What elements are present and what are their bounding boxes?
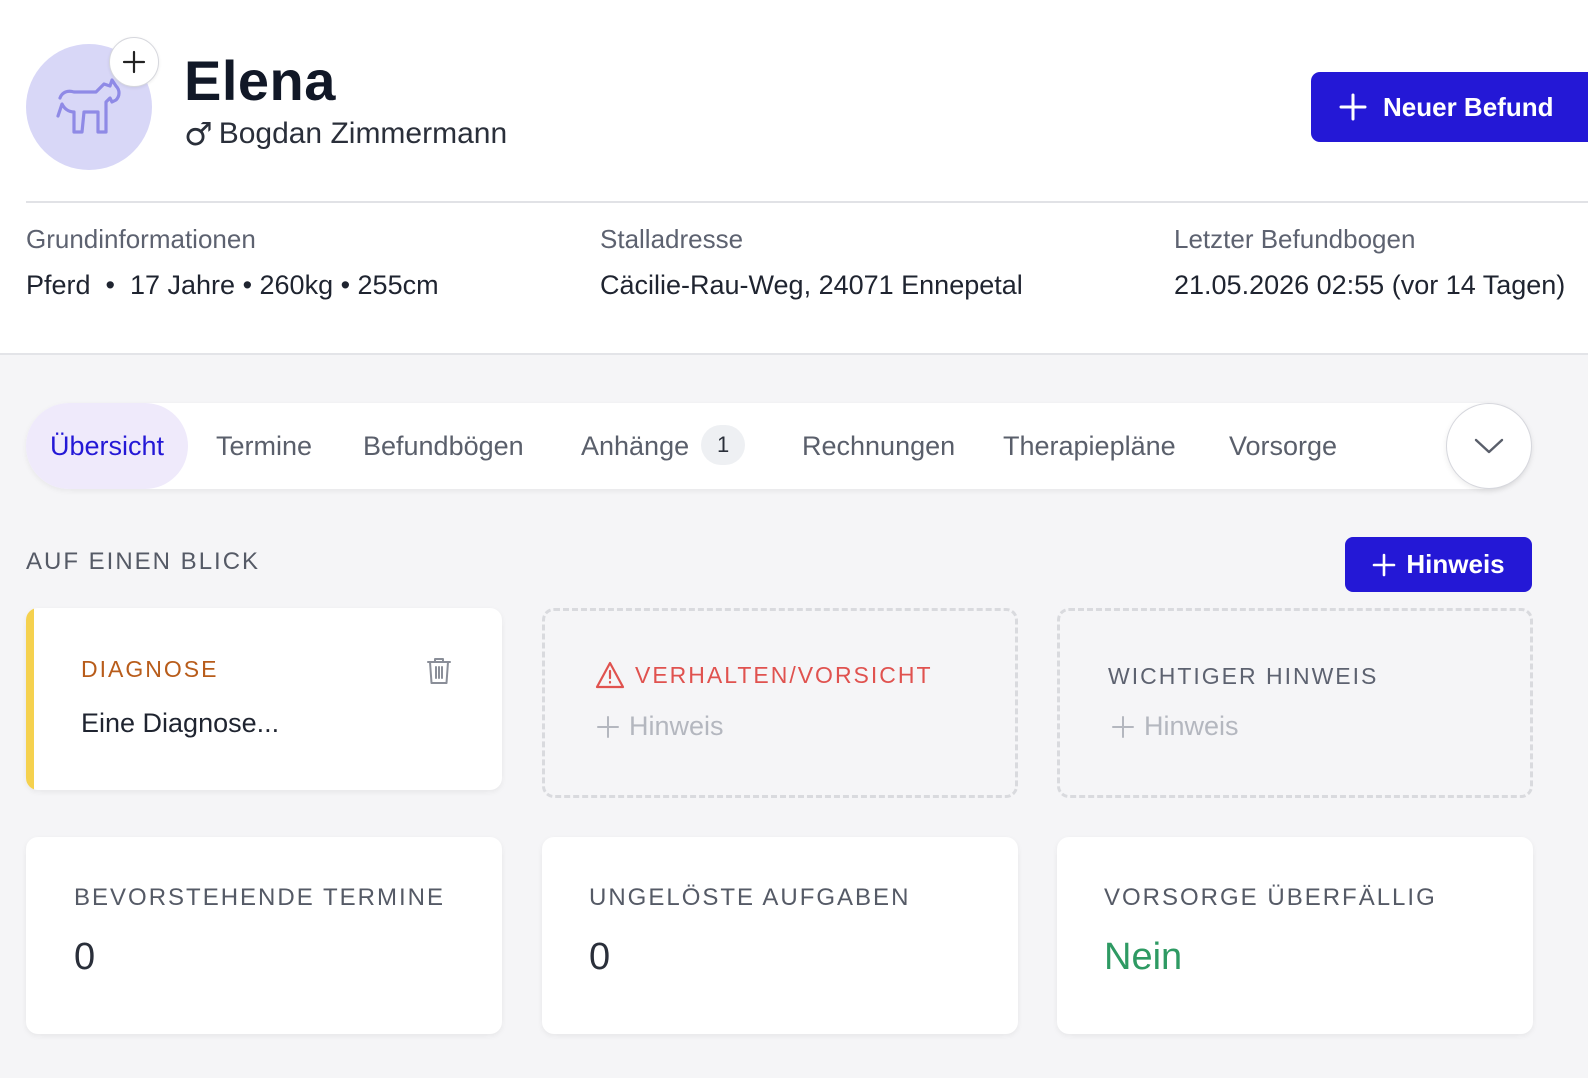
plus-icon <box>1373 553 1396 576</box>
horse-icon <box>56 78 121 134</box>
tab-reports[interactable]: Befundbögen <box>363 403 524 489</box>
add-behavior-note[interactable]: Hinweis <box>597 711 724 742</box>
trash-icon <box>427 658 451 684</box>
basic-info: Grundinformationen Pferd • 17 Jahre • 26… <box>26 222 439 301</box>
diagnosis-card[interactable]: DIAGNOSE Eine Diagnose... <box>26 608 502 790</box>
new-report-button[interactable]: Neuer Befund <box>1311 72 1588 142</box>
tab-prevention[interactable]: Vorsorge <box>1229 403 1337 489</box>
owner-name[interactable]: Bogdan Zimmermann <box>219 117 507 151</box>
important-note-card[interactable]: WICHTIGER HINWEIS Hinweis <box>1057 608 1533 798</box>
diagnosis-text[interactable]: Eine Diagnose... <box>81 708 279 739</box>
owner-info[interactable]: ♂ Bogdan Zimmermann <box>184 115 507 153</box>
more-tabs-button[interactable] <box>1446 403 1532 489</box>
chevron-down-icon <box>1474 438 1504 454</box>
divider <box>26 201 1588 203</box>
plus-icon <box>597 715 619 738</box>
upcoming-appointments-card[interactable] <box>26 837 502 1034</box>
important-note-hint: Hinweis <box>1144 711 1239 741</box>
plus-icon <box>1339 93 1367 121</box>
patient-header: Elena ♂ Bogdan Zimmermann Neuer Befund G… <box>0 0 1588 355</box>
open-tasks-label: UNGELÖSTE AUFGABEN <box>589 884 911 911</box>
upcoming-appointments-value: 0 <box>74 936 96 978</box>
tab-bar: Übersicht Termine Befundbögen Anhänge 1 R… <box>26 403 1530 489</box>
plus-icon <box>1112 715 1134 738</box>
behavior-header: VERHALTEN/VORSICHT <box>595 661 933 689</box>
male-icon: ♂ <box>184 115 213 153</box>
stable-address: Stalladresse Cäcilie-Rau-Weg, 24071 Enne… <box>600 222 1023 301</box>
important-note-label: WICHTIGER HINWEIS <box>1108 663 1379 689</box>
prevention-overdue-label: VORSORGE ÜBERFÄLLIG <box>1104 884 1437 911</box>
add-important-note[interactable]: Hinweis <box>1112 711 1239 742</box>
warning-icon <box>595 661 625 689</box>
patient-name: Elena <box>184 49 336 112</box>
plus-icon <box>122 50 146 74</box>
last-report: Letzter Befundbogen 21.05.2026 02:55 (vo… <box>1174 222 1565 301</box>
tab-therapy-plans[interactable]: Therapiepläne <box>1003 403 1176 489</box>
open-tasks-card[interactable] <box>542 837 1018 1034</box>
tab-attachments-label: Anhänge <box>581 431 690 461</box>
stable-address-label: Stalladresse <box>600 224 744 254</box>
diagnosis-accent-bar <box>26 608 34 790</box>
behavior-hint: Hinweis <box>629 711 724 741</box>
delete-button[interactable] <box>426 656 452 691</box>
tab-appointments[interactable]: Termine <box>216 403 312 489</box>
tab-invoices[interactable]: Rechnungen <box>802 403 955 489</box>
diagnosis-label: DIAGNOSE <box>81 656 219 682</box>
behavior-label: VERHALTEN/VORSICHT <box>635 661 933 688</box>
tab-attachments[interactable]: Anhänge 1 <box>581 403 746 489</box>
tab-overview[interactable]: Übersicht <box>26 403 189 489</box>
attachments-count-badge: 1 <box>701 424 746 465</box>
last-report-label: Letzter Befundbogen <box>1174 224 1416 254</box>
basic-info-value: Pferd • 17 Jahre • 260kg • 255cm <box>26 270 439 300</box>
add-note-button[interactable]: Hinweis <box>1345 537 1532 592</box>
upcoming-appointments-label: BEVORSTEHENDE TERMINE <box>74 884 445 911</box>
behavior-card[interactable]: VERHALTEN/VORSICHT Hinweis <box>542 608 1018 798</box>
add-photo-button[interactable] <box>109 37 159 87</box>
open-tasks-value: 0 <box>589 936 611 978</box>
last-report-value: 21.05.2026 02:55 (vor 14 Tagen) <box>1174 270 1566 300</box>
add-note-label: Hinweis <box>1406 549 1505 579</box>
stable-address-value: Cäcilie-Rau-Weg, 24071 Ennepetal <box>600 270 1023 300</box>
basic-info-label: Grundinformationen <box>26 224 256 254</box>
new-report-label: Neuer Befund <box>1383 91 1554 122</box>
section-title: AUF EINEN BLICK <box>26 548 261 575</box>
prevention-overdue-value: Nein <box>1104 936 1183 978</box>
